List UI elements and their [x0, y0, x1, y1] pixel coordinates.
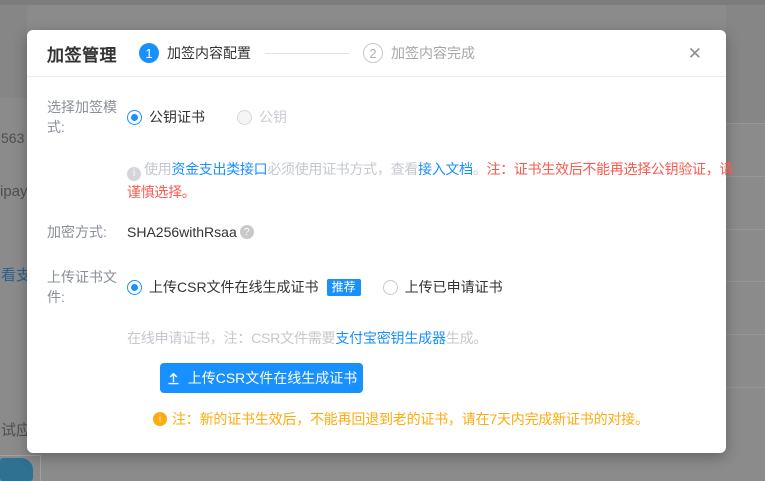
help-icon[interactable]: ? [240, 225, 254, 239]
radio-selected-icon[interactable] [127, 110, 142, 125]
cert-switch-warning-text: 注：新的证书生效后，不能再回退到老的证书，请在7天内完成新证书的对接。 [172, 409, 649, 429]
signature-management-modal: 加签管理 1 加签内容配置 2 加签内容完成 ✕ 选择加签模式: 公钥证书 [27, 30, 726, 453]
upload-cert-label: 上传证书文件: [47, 267, 127, 307]
encrypt-method-label: 加密方式: [47, 222, 127, 242]
warning-info-icon: i [153, 412, 167, 426]
background-table-row-line [726, 334, 765, 335]
background-text-563: 563 [1, 130, 24, 146]
background-header-band-left [0, 5, 27, 98]
cert-mode-notice-line1: i使用资金支出类接口必须使用证书方式，查看接入文档。注：证书生效后不能再选择公钥… [127, 158, 702, 181]
encrypt-method-value: SHA256withRsaa [127, 224, 237, 240]
cert-mode-notice: i使用资金支出类接口必须使用证书方式，查看接入文档。注：证书生效后不能再选择公钥… [127, 158, 702, 204]
sign-mode-label: 选择加签模式: [47, 97, 127, 137]
background-table-row-line [726, 281, 765, 282]
background-app-logo [0, 458, 33, 481]
upload-csr-button-label: 上传CSR文件在线生成证书 [188, 368, 358, 388]
radio-public-key[interactable]: 公钥 [237, 107, 287, 127]
info-icon: i [127, 167, 141, 181]
access-doc-link[interactable]: 接入文档 [418, 161, 473, 177]
encrypt-method-row: 加密方式: SHA256withRsaa ? [47, 222, 702, 242]
step-1-label: 加签内容配置 [167, 43, 251, 63]
step-2-label: 加签内容完成 [391, 43, 475, 63]
hint-text: 在线申请证书，注：CSR文件需要 [127, 330, 335, 346]
radio-upload-existing[interactable]: 上传已申请证书 [383, 277, 503, 297]
step-1-circle: 1 [139, 43, 159, 63]
notice-warning-text: 注：证书生效后不能再选择公钥验证，请 [487, 161, 734, 177]
radio-disabled-icon[interactable] [237, 110, 252, 125]
hint-text: 生成。 [446, 330, 487, 346]
radio-selected-icon[interactable] [127, 280, 142, 295]
background-header-band-right [726, 5, 765, 123]
funds-api-link[interactable]: 资金支出类接口 [171, 161, 267, 177]
background-table-row-line [726, 123, 765, 124]
csr-hint: 在线申请证书，注：CSR文件需要支付宝密钥生成器生成。 [127, 328, 702, 348]
upload-cert-row: 上传证书文件: 上传CSR文件在线生成证书 推荐 上传已申请证书 [47, 267, 702, 307]
radio-upload-csr[interactable]: 上传CSR文件在线生成证书 推荐 [127, 277, 361, 297]
background-top-strip [0, 0, 765, 5]
modal-header: 加签管理 1 加签内容配置 2 加签内容完成 ✕ [27, 30, 726, 77]
close-icon[interactable]: ✕ [684, 43, 706, 64]
modal-title: 加签管理 [47, 41, 117, 66]
cert-switch-warning: i 注：新的证书生效后，不能再回退到老的证书，请在7天内完成新证书的对接。 [153, 409, 702, 429]
notice-text: 使用 [144, 161, 171, 177]
radio-public-key-cert[interactable]: 公钥证书 [127, 107, 205, 127]
radio-unselected-icon[interactable] [383, 280, 398, 295]
step-2-circle: 2 [363, 43, 383, 63]
screen: 563 ipay 查看支 测试应 加签管理 1 加签内容配置 2 加签内容完成 … [0, 0, 765, 481]
sign-mode-row: 选择加签模式: 公钥证书 公钥 [47, 97, 702, 137]
recommended-badge: 推荐 [327, 279, 361, 296]
notice-text: 。 [473, 161, 487, 177]
steps-indicator: 1 加签内容配置 2 加签内容完成 [139, 43, 475, 63]
background-table-row-line [726, 229, 765, 230]
background-table-row-line [726, 387, 765, 388]
step-connector-line [265, 53, 349, 54]
radio-public-key-label: 公钥 [259, 107, 287, 127]
key-generator-link[interactable]: 支付宝密钥生成器 [335, 330, 445, 346]
radio-upload-csr-label: 上传CSR文件在线生成证书 [149, 277, 319, 297]
radio-public-key-cert-label: 公钥证书 [149, 107, 205, 127]
upload-icon [166, 371, 181, 386]
notice-warning-text-line2: 谨慎选择。 [127, 181, 702, 204]
background-text-ipay: ipay [0, 183, 28, 200]
modal-body: 选择加签模式: 公钥证书 公钥 i使用资金支出类接口必须使用证书方式，查看接入文… [27, 77, 726, 429]
radio-upload-existing-label: 上传已申请证书 [405, 277, 503, 297]
notice-text: 必须使用证书方式，查看 [267, 161, 418, 177]
upload-csr-button[interactable]: 上传CSR文件在线生成证书 [160, 363, 363, 393]
